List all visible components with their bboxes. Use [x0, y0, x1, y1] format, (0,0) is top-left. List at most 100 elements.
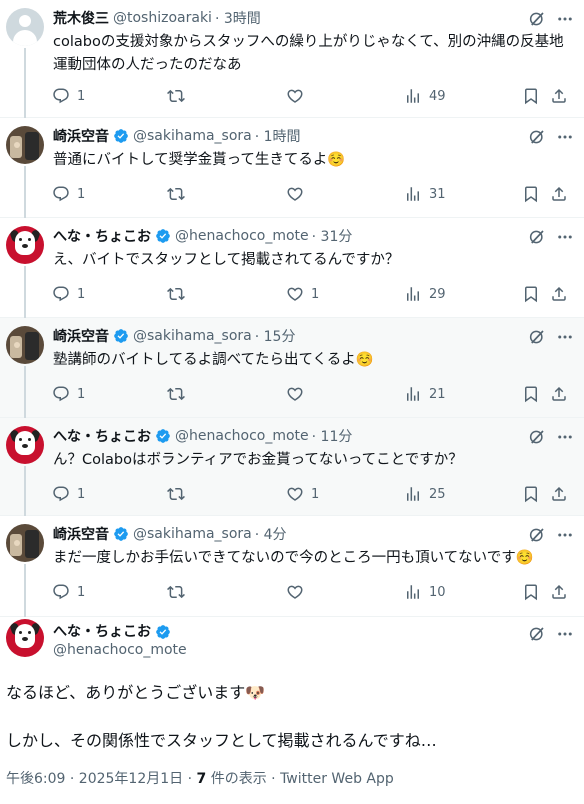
- tweet-time[interactable]: · 11分: [312, 426, 353, 446]
- retweet-button[interactable]: [167, 382, 192, 406]
- reply-icon: [52, 185, 70, 203]
- share-button[interactable]: [550, 382, 568, 406]
- views-button[interactable]: 29: [404, 282, 446, 306]
- author-handle[interactable]: @toshizoaraki: [113, 10, 212, 26]
- reply-button[interactable]: 1: [52, 382, 85, 406]
- reply-button[interactable]: 1: [52, 182, 85, 206]
- more-icon[interactable]: [556, 10, 574, 28]
- thread-line: [24, 166, 26, 218]
- author-handle[interactable]: @sakihama_sora: [133, 328, 252, 344]
- timestamp[interactable]: 午後6:09 · 2025年12月1日 ·: [6, 771, 197, 787]
- tweet-time[interactable]: · 4分: [255, 524, 287, 544]
- share-button[interactable]: [550, 482, 568, 506]
- share-button[interactable]: [550, 282, 568, 306]
- retweet-button[interactable]: [167, 282, 192, 306]
- tweet-time[interactable]: · 1時間: [255, 126, 301, 146]
- share-button[interactable]: [550, 182, 568, 206]
- tweet-text: なるほど、ありがとうございます🐶 しかし、その関係性でスタッフとして掲載されるん…: [6, 681, 576, 753]
- views-button[interactable]: 49: [404, 84, 446, 108]
- retweet-button[interactable]: [167, 182, 192, 206]
- like-button[interactable]: 1: [286, 282, 319, 306]
- more-icon[interactable]: [556, 428, 574, 446]
- avatar[interactable]: [6, 619, 44, 657]
- bookmark-button[interactable]: [522, 84, 540, 108]
- views-count: 29: [429, 286, 446, 302]
- author-name[interactable]: 崎浜空音: [53, 326, 109, 346]
- views-button[interactable]: 10: [404, 580, 446, 604]
- author-handle[interactable]: @henachoco_mote: [175, 228, 309, 244]
- retweet-button[interactable]: [167, 84, 192, 108]
- bookmark-icon: [522, 87, 540, 105]
- reply-tweet[interactable]: へな・ちょこお @henachoco_mote · 31分 え、バイトでスタッフ…: [0, 218, 584, 318]
- like-button[interactable]: [286, 84, 311, 108]
- more-icon[interactable]: [556, 625, 574, 643]
- tweet-time[interactable]: · 15分: [255, 326, 296, 346]
- share-button[interactable]: [550, 580, 568, 604]
- views-button[interactable]: 31: [404, 182, 446, 206]
- views-button[interactable]: 21: [404, 382, 446, 406]
- tweet-line-1: なるほど、ありがとうございます🐶: [6, 683, 266, 702]
- tweet-actions: 1 31: [46, 182, 584, 206]
- like-button[interactable]: [286, 182, 311, 206]
- bookmark-button[interactable]: [522, 382, 540, 406]
- reply-button[interactable]: 1: [52, 84, 85, 108]
- author-name[interactable]: 崎浜空音: [53, 126, 109, 146]
- author-handle[interactable]: @sakihama_sora: [133, 526, 252, 542]
- grok-icon[interactable]: [528, 526, 546, 544]
- reply-button[interactable]: 1: [52, 282, 85, 306]
- author-name[interactable]: 荒木俊三: [53, 8, 109, 28]
- author-name[interactable]: へな・ちょこお: [53, 426, 151, 446]
- tweet-time[interactable]: · 31分: [312, 226, 353, 246]
- retweet-icon: [167, 87, 185, 105]
- author-name[interactable]: へな・ちょこお: [53, 226, 151, 246]
- grok-icon[interactable]: [528, 625, 546, 643]
- author-handle[interactable]: @henachoco_mote: [53, 642, 187, 658]
- avatar[interactable]: [6, 426, 44, 464]
- tweet-time[interactable]: · 3時間: [215, 8, 261, 28]
- reply-tweet[interactable]: 崎浜空音 @sakihama_sora · 4分 まだ一度しかお手伝いできてない…: [0, 516, 584, 617]
- avatar[interactable]: [6, 226, 44, 264]
- author-name[interactable]: へな・ちょこお: [53, 624, 151, 640]
- reply-tweet[interactable]: 崎浜空音 @sakihama_sora · 15分 塾講師のバイトしてるよ調べて…: [0, 318, 584, 418]
- avatar[interactable]: [6, 126, 44, 164]
- tweet-header: へな・ちょこお @henachoco_mote · 31分: [53, 226, 352, 246]
- like-button[interactable]: [286, 382, 311, 406]
- retweet-button[interactable]: [167, 482, 192, 506]
- grok-icon[interactable]: [528, 328, 546, 346]
- more-icon[interactable]: [556, 526, 574, 544]
- grok-icon[interactable]: [528, 228, 546, 246]
- source-link[interactable]: Twitter Web App: [280, 771, 394, 787]
- views-count: 10: [429, 584, 446, 600]
- more-icon[interactable]: [556, 128, 574, 146]
- grok-icon[interactable]: [528, 128, 546, 146]
- views-button[interactable]: 25: [404, 482, 446, 506]
- grok-icon[interactable]: [528, 428, 546, 446]
- reply-tweet[interactable]: へな・ちょこお @henachoco_mote · 11分 ん？Colaboはボ…: [0, 418, 584, 516]
- more-icon[interactable]: [556, 328, 574, 346]
- reply-icon: [52, 285, 70, 303]
- author-name[interactable]: 崎浜空音: [53, 524, 109, 544]
- share-button[interactable]: [550, 84, 568, 108]
- avatar[interactable]: [6, 524, 44, 562]
- author-handle[interactable]: @sakihama_sora: [133, 128, 252, 144]
- bookmark-button[interactable]: [522, 182, 540, 206]
- bookmark-button[interactable]: [522, 482, 540, 506]
- reply-button[interactable]: 1: [52, 580, 85, 604]
- like-button[interactable]: [286, 580, 311, 604]
- views-count: 31: [429, 186, 446, 202]
- retweet-button[interactable]: [167, 580, 192, 604]
- like-button[interactable]: 1: [286, 482, 319, 506]
- reply-button[interactable]: 1: [52, 482, 85, 506]
- avatar[interactable]: [6, 326, 44, 364]
- author-handle[interactable]: @henachoco_mote: [175, 428, 309, 444]
- like-count: 1: [311, 486, 320, 502]
- reply-tweet[interactable]: 崎浜空音 @sakihama_sora · 1時間 普通にバイトして奨学金貰って…: [0, 118, 584, 218]
- more-icon[interactable]: [556, 228, 574, 246]
- verified-badge-icon: [155, 428, 171, 444]
- bookmark-button[interactable]: [522, 282, 540, 306]
- bookmark-button[interactable]: [522, 580, 540, 604]
- grok-icon[interactable]: [528, 10, 546, 28]
- avatar[interactable]: [6, 8, 44, 46]
- verified-badge-icon: [113, 128, 129, 144]
- reply-tweet[interactable]: 荒木俊三 @toshizoaraki · 3時間 colaboの支援対象からスタ…: [0, 0, 584, 118]
